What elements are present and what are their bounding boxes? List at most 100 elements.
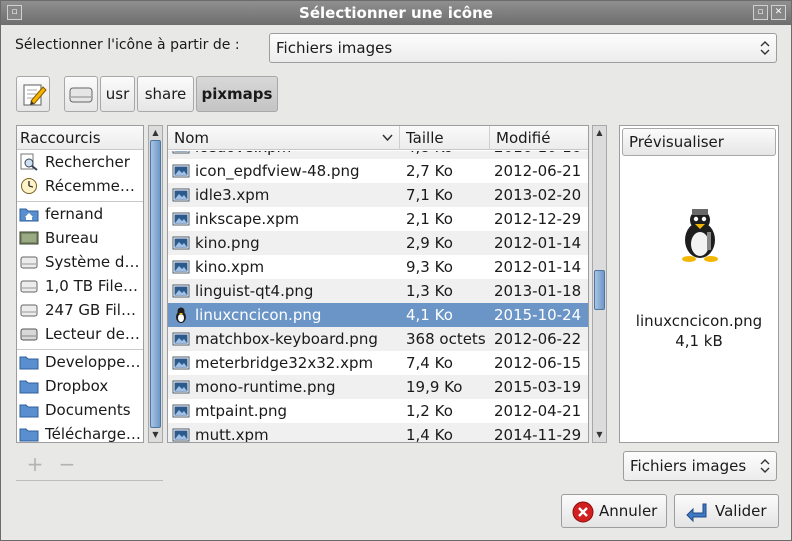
file-row[interactable]: meterbridge32x32.xpm 7,4 Ko 2012-06-15 — [168, 351, 588, 375]
place-label: Developpe… — [45, 353, 141, 371]
penguin-file-icon — [176, 307, 186, 323]
file-modified: 2012-06-21 — [494, 162, 582, 180]
place-system[interactable]: Système d… — [17, 250, 143, 274]
place-label: Bureau — [45, 229, 99, 247]
file-row[interactable]: inkscape.xpm 2,1 Ko 2012-12-29 — [168, 207, 588, 231]
scroll-up-icon[interactable]: ▲ — [149, 126, 162, 140]
file-name: idle3.xpm — [195, 186, 270, 204]
file-list-scrollbar[interactable]: ▲ ▼ — [592, 125, 607, 443]
file-size: 1,3 Ko — [406, 282, 453, 300]
place-search[interactable]: Rechercher — [17, 150, 143, 174]
source-select-value: Fichiers images — [276, 39, 393, 57]
file-name: mono-runtime.png — [195, 378, 336, 396]
places-scroll-thumb[interactable] — [150, 140, 161, 428]
file-size: 19,9 Ko — [406, 378, 463, 396]
file-size: 4,8 Ko — [406, 151, 492, 159]
validate-button[interactable]: Valider — [674, 494, 779, 528]
place-label: 1,0 TB File… — [45, 277, 138, 295]
place-developpe[interactable]: Developpe… — [17, 350, 143, 374]
place-recent[interactable]: Récemme… — [17, 174, 143, 198]
place-home[interactable]: fernand — [17, 202, 143, 226]
file-row-selected[interactable]: linuxcncicon.png 4,1 Ko 2015-10-24 — [168, 303, 588, 327]
column-size[interactable]: Taille — [400, 126, 490, 150]
source-label: Sélectionner l'icône à partir de : — [15, 37, 240, 53]
place-downloads[interactable]: Télécharge… — [17, 422, 143, 442]
preview-button[interactable]: Prévisualiser — [622, 128, 776, 156]
file-modified: 2012-01-14 — [494, 234, 582, 252]
file-filter-value: Fichiers images — [630, 457, 747, 475]
type-location-button[interactable] — [16, 76, 50, 112]
preview-filename: linuxcncicon.png — [635, 312, 763, 330]
scroll-down-icon[interactable]: ▼ — [149, 428, 162, 442]
file-modified: 2012-01-14 — [494, 258, 582, 276]
file-name: mutt.xpm — [195, 426, 269, 443]
file-row[interactable]: mtpaint.png 1,2 Ko 2012-04-21 — [168, 399, 588, 423]
place-volume-1tb[interactable]: 1,0 TB File… — [17, 274, 143, 298]
drive-icon — [20, 256, 38, 269]
file-row[interactable]: icedove.xpm 4,8 Ko2016-10-16 — [168, 151, 588, 159]
places-header: Raccourcis — [17, 126, 143, 150]
file-row[interactable]: icon_epdfview-48.png 2,7 Ko 2012-06-21 — [168, 159, 588, 183]
cancel-icon — [572, 501, 594, 523]
image-file-icon — [172, 404, 190, 418]
scroll-down-icon[interactable]: ▼ — [593, 428, 606, 442]
cancel-button[interactable]: Annuler — [561, 494, 667, 528]
file-row[interactable]: mono-runtime.png 19,9 Ko 2015-03-19 — [168, 375, 588, 399]
file-row[interactable]: matchbox-keyboard.png 368 octets 2012-06-2… — [168, 327, 588, 351]
add-place-button[interactable]: + — [24, 453, 46, 475]
place-reader[interactable]: Lecteur de… — [17, 322, 143, 346]
file-row[interactable]: kino.png 2,9 Ko 2012-01-14 — [168, 231, 588, 255]
source-select[interactable]: Fichiers images — [269, 33, 777, 63]
breadcrumb-root[interactable] — [64, 76, 98, 112]
place-label: Lecteur de… — [45, 325, 140, 343]
file-row[interactable]: idle3.xpm 7,1 Ko 2013-02-20 — [168, 183, 588, 207]
column-name[interactable]: Nom — [168, 126, 400, 150]
file-name: mtpaint.png — [195, 402, 288, 420]
file-name: linguist-qt4.png — [195, 282, 314, 300]
image-file-icon — [172, 284, 190, 298]
window-menu-button[interactable]: ▫ — [7, 5, 22, 20]
place-label: fernand — [45, 205, 104, 223]
maximize-button[interactable]: ▫ — [753, 5, 768, 20]
file-filter-select[interactable]: Fichiers images — [623, 451, 777, 481]
close-button[interactable]: ✕ — [771, 5, 786, 20]
place-dropbox[interactable]: Dropbox — [17, 374, 143, 398]
image-file-icon — [172, 164, 190, 178]
file-list-body: icedove.xpm4,8 Ko2016-10-16icon_epdfview… — [168, 151, 588, 443]
place-documents[interactable]: Documents — [17, 398, 143, 422]
file-row[interactable]: linguist-qt4.png 1,3 Ko 2013-01-18 — [168, 279, 588, 303]
image-file-icon — [172, 428, 190, 442]
breadcrumb-usr[interactable]: usr — [100, 76, 135, 112]
breadcrumb-pixmaps[interactable]: pixmaps — [196, 76, 278, 112]
image-file-icon — [172, 380, 190, 394]
breadcrumb-share[interactable]: share — [137, 76, 194, 112]
places-scrollbar[interactable]: ▲ ▼ — [148, 125, 163, 443]
file-name: icedove.xpm — [195, 151, 398, 159]
column-modified[interactable]: Modifié — [490, 126, 588, 150]
file-name: kino.png — [195, 234, 260, 252]
file-row[interactable]: kino.xpm 9,3 Ko 2012-01-14 — [168, 255, 588, 279]
drive-icon — [20, 328, 38, 341]
remove-place-button[interactable]: − — [56, 453, 78, 475]
file-modified: 2015-10-24 — [494, 306, 582, 324]
file-list: Nom Taille Modifié icedove.xpm 4,8 Ko2016… — [167, 125, 589, 443]
file-size: 368 octets — [406, 330, 486, 348]
file-list-scroll-thumb[interactable] — [594, 270, 605, 310]
preview-pane: Prévisualiser linuxcncicon.png 4,1 kB — [619, 125, 779, 443]
file-row[interactable]: mutt.xpm 1,4 Ko 2014-11-29 — [168, 423, 588, 443]
file-modified: 2012-04-21 — [494, 402, 582, 420]
titlebar: ▫ Sélectionner une icône ▫ ✕ — [1, 1, 791, 25]
place-volume-247gb[interactable]: 247 GB Fil… — [17, 298, 143, 322]
enter-arrow-icon — [686, 503, 707, 523]
place-label: Système d… — [45, 253, 140, 271]
file-modified: 2015-03-19 — [494, 378, 582, 396]
place-label: Récemme… — [45, 177, 135, 195]
place-desktop[interactable]: Bureau — [17, 226, 143, 250]
file-modified: 2013-02-20 — [494, 186, 582, 204]
updown-arrows-icon — [760, 459, 770, 473]
file-size: 7,4 Ko — [406, 354, 453, 372]
file-modified: 2012-06-22 — [494, 330, 582, 348]
folder-icon — [19, 404, 39, 418]
file-size: 4,1 Ko — [406, 306, 453, 324]
scroll-up-icon[interactable]: ▲ — [593, 126, 606, 140]
